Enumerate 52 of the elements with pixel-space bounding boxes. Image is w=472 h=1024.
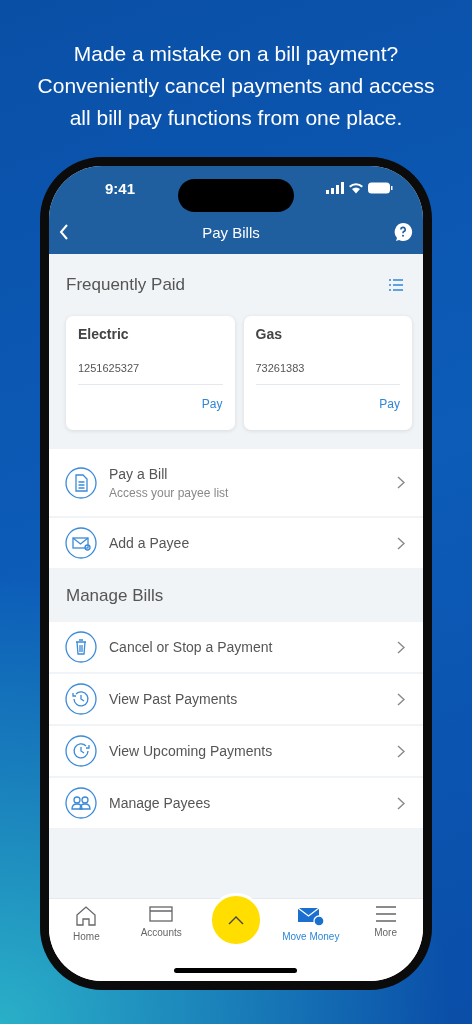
tab-item[interactable]: More [348,905,423,938]
tab-item[interactable]: Accounts [123,905,199,938]
chevron-right-icon [397,536,405,550]
history-icon [65,683,97,715]
chevron-right-icon [397,476,405,489]
chevron-right-icon [397,796,405,810]
section-title: Frequently Paid [66,275,186,295]
row-title: Manage Payees [109,795,212,811]
home-icon [75,905,98,927]
signal-icon [326,182,344,194]
payee-name: Gas [255,326,283,342]
chevron-right-icon [397,640,405,654]
caret-up-icon [228,915,244,925]
payee-card[interactable]: Gas 73261383 Pay [243,316,412,430]
status-time: 9:41 [105,179,136,197]
menu-row[interactable]: Manage Payees [49,778,423,828]
document-icon [65,466,97,499]
pay-link[interactable]: Pay [379,397,400,411]
menu-row[interactable]: Add a Payee [49,518,423,568]
row-title: View Upcoming Payments [109,743,274,759]
account-number: 73261383 [255,362,400,385]
payee-name: Electric [78,326,130,342]
battery-icon [368,182,393,194]
pay-link[interactable]: Pay [201,397,223,411]
wifi-icon [349,182,363,194]
headline: Made a mistake on a bill payment? Conveniently cancel payments and access all bill pay functions from one place. [37,41,435,131]
tab-item[interactable]: Home [49,905,124,942]
row-subtitle: Access your payee list [109,485,230,500]
screen-title: Pay Bills [202,223,260,241]
back-icon[interactable] [59,224,69,240]
menu-row[interactable]: Pay a Bill Access your payee list [49,449,423,516]
chevron-right-icon [397,744,405,758]
row-title: View Past Payments [109,691,239,707]
tab-item[interactable]: Move Money [273,905,349,942]
envelope-icon [65,527,97,559]
help-icon[interactable] [393,222,413,242]
menu-row[interactable]: Cancel or Stop a Payment [49,622,423,672]
section-title: Manage Bills [66,586,164,606]
people-icon [65,787,97,819]
envelope-dollar-icon [296,905,325,927]
clock-refresh-icon [65,735,97,767]
card-icon [149,905,174,923]
menu-row[interactable]: View Past Payments [49,674,423,724]
menu-row[interactable]: View Upcoming Payments [49,726,423,776]
account-number: 1251625327 [78,362,223,385]
row-title: Cancel or Stop a Payment [109,639,274,655]
row-title: Pay a Bill [109,465,169,482]
row-title: Add a Payee [109,535,191,551]
payee-card[interactable]: Electric 1251625327 Pay [66,316,235,430]
chevron-right-icon [397,692,405,706]
menu-icon [374,905,397,923]
trash-icon [65,631,97,663]
